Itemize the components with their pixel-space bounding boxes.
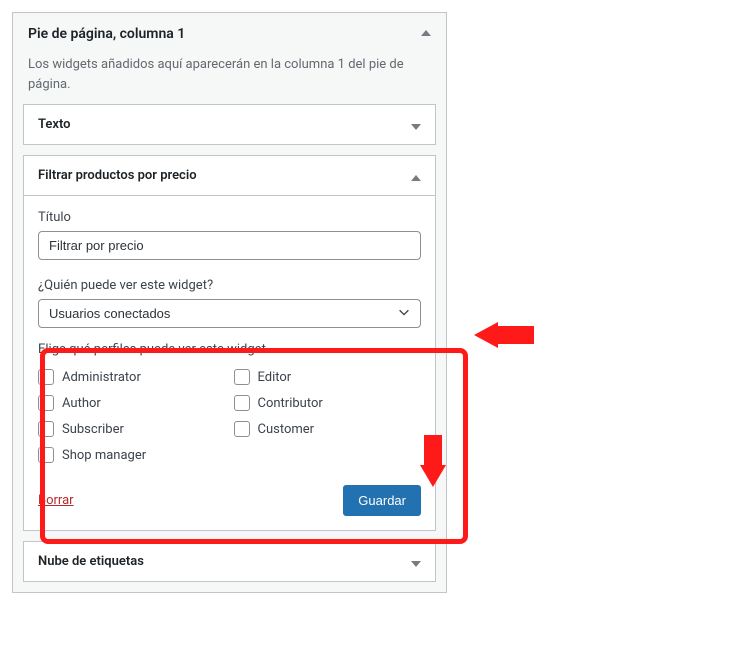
role-label: Author (62, 396, 101, 411)
widget-price-title: Filtrar productos por precio (38, 168, 197, 183)
role-label: Customer (258, 422, 315, 437)
checkbox[interactable] (234, 421, 250, 437)
role-label: Administrator (62, 370, 141, 385)
widget-area-panel: Pie de página, columna 1 Los widgets aña… (12, 12, 447, 593)
role-label: Shop manager (62, 448, 146, 463)
checkbox[interactable] (234, 395, 250, 411)
checkbox[interactable] (234, 369, 250, 385)
widget-text: Texto (23, 104, 436, 145)
collapse-icon (411, 175, 421, 181)
panel-title: Pie de página, columna 1 (28, 26, 185, 42)
widget-price-body: Título ¿Quién puede ver este widget? Usu… (24, 195, 435, 530)
role-contributor[interactable]: Contributor (234, 395, 422, 411)
titulo-input[interactable] (38, 231, 421, 260)
visibility-select[interactable]: Usuarios conectados (38, 299, 421, 328)
role-customer[interactable]: Customer (234, 421, 422, 437)
checkbox[interactable] (38, 369, 54, 385)
annotation-arrow-right (474, 322, 534, 352)
panel-header[interactable]: Pie de página, columna 1 (13, 13, 446, 55)
role-label: Contributor (258, 396, 323, 411)
checkbox[interactable] (38, 395, 54, 411)
role-label: Subscriber (62, 422, 124, 437)
role-subscriber[interactable]: Subscriber (38, 421, 226, 437)
roles-label: Elige qué perfiles puede ver este widget (38, 342, 421, 357)
role-author[interactable]: Author (38, 395, 226, 411)
widget-tag-header[interactable]: Nube de etiquetas (24, 542, 435, 581)
widget-actions: Borrar Guardar (38, 485, 421, 516)
visibility-label: ¿Quién puede ver este widget? (38, 278, 421, 293)
checkbox[interactable] (38, 447, 54, 463)
role-administrator[interactable]: Administrator (38, 369, 226, 385)
widget-text-title: Texto (38, 117, 71, 132)
delete-link[interactable]: Borrar (38, 493, 74, 508)
role-shop-manager[interactable]: Shop manager (38, 447, 226, 463)
widget-text-header[interactable]: Texto (24, 105, 435, 144)
roles-section: Elige qué perfiles puede ver este widget… (38, 342, 421, 463)
annotation-arrow-down (420, 435, 446, 491)
titulo-label: Título (38, 210, 421, 225)
widget-tag-title: Nube de etiquetas (38, 554, 144, 569)
widget-price-header[interactable]: Filtrar productos por precio (24, 156, 435, 195)
widget-price-filter: Filtrar productos por precio Título ¿Qui… (23, 155, 436, 531)
expand-icon (411, 124, 421, 130)
checkbox[interactable] (38, 421, 54, 437)
collapse-icon (421, 30, 431, 36)
save-button[interactable]: Guardar (343, 485, 421, 516)
expand-icon (411, 561, 421, 567)
panel-description: Los widgets añadidos aquí aparecerán en … (13, 55, 446, 104)
widget-tag-cloud: Nube de etiquetas (23, 541, 436, 582)
role-editor[interactable]: Editor (234, 369, 422, 385)
role-label: Editor (258, 370, 292, 385)
